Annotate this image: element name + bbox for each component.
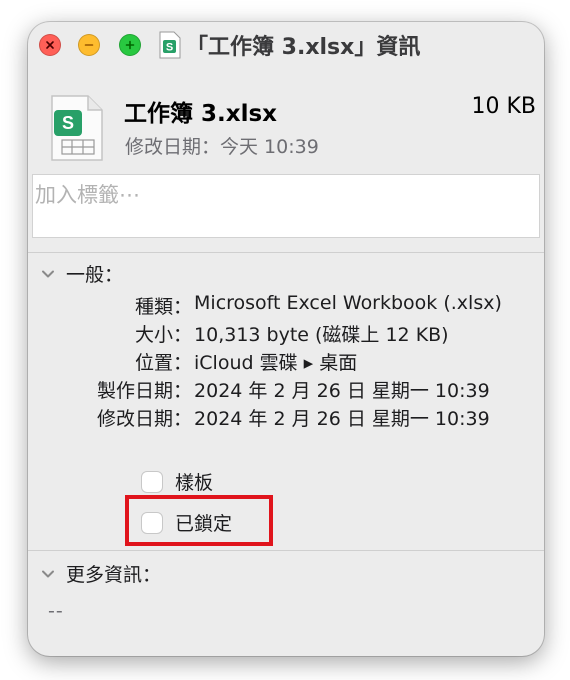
divider	[28, 550, 544, 551]
minimize-button[interactable]	[78, 34, 100, 56]
info-key: 修改日期	[96, 408, 173, 430]
info-value: Microsoft Excel Workbook (.xlsx)	[194, 292, 502, 314]
excel-file-icon-small: S	[159, 31, 181, 59]
tags-input[interactable]: 加入標籤⋯	[32, 174, 540, 238]
title-bar: S 「工作簿 3.xlsx」資訊	[28, 22, 544, 66]
info-colon: ：	[173, 324, 193, 346]
info-colon: ：	[173, 408, 193, 430]
locked-highlight-box	[125, 495, 273, 546]
close-button[interactable]	[39, 34, 61, 56]
info-row-created: 製作日期： 2024 年 2 月 26 日 星期一 10:39	[28, 376, 544, 404]
chevron-down-icon	[42, 570, 54, 577]
divider	[28, 252, 544, 253]
file-size: 10 KB	[471, 94, 536, 119]
info-row-size: 大小： 10,313 byte (磁碟上 12 KB)	[28, 320, 544, 348]
info-row-kind: 種類： Microsoft Excel Workbook (.xlsx)	[28, 292, 544, 320]
general-info: 種類： Microsoft Excel Workbook (.xlsx) 大小： 1…	[28, 292, 544, 432]
svg-text:S: S	[166, 42, 173, 54]
stationery-label: 樣板	[175, 472, 214, 494]
info-value: iCloud 雲碟 ▸ 桌面	[194, 352, 358, 374]
svg-text:S: S	[62, 113, 74, 133]
info-colon: ：	[173, 352, 193, 374]
general-section-toggle[interactable]: 一般：	[40, 260, 123, 287]
more-info-section-label: 更多資訊：	[66, 564, 162, 586]
stationery-option[interactable]: 樣板	[141, 468, 213, 495]
info-key: 製作日期	[96, 380, 173, 402]
window-title: 「工作簿 3.xlsx」資訊	[186, 35, 421, 60]
modified-date: 修改日期：今天 10:39	[125, 136, 319, 158]
minimize-icon	[84, 44, 94, 46]
info-colon: ：	[173, 380, 193, 402]
more-info-value: --	[48, 600, 64, 622]
zoom-button[interactable]	[119, 34, 141, 56]
file-name: 工作簿 3.xlsx	[124, 101, 277, 127]
general-section-label: 一般：	[66, 264, 124, 286]
zoom-icon	[125, 40, 135, 50]
info-value: 2024 年 2 月 26 日 星期一 10:39	[194, 408, 490, 430]
file-header: S 工作簿 3.xlsx 10 KB 修改日期：今天 10:39	[28, 66, 544, 174]
info-value: 10,313 byte (磁碟上 12 KB)	[194, 324, 449, 346]
excel-file-icon: S	[51, 95, 103, 161]
stationery-checkbox[interactable]	[141, 470, 163, 493]
info-row-location: 位置： iCloud 雲碟 ▸ 桌面	[28, 348, 544, 376]
more-info-section-toggle[interactable]: 更多資訊：	[40, 560, 161, 587]
chevron-down-icon	[42, 270, 54, 277]
info-window: S 「工作簿 3.xlsx」資訊 S 工作簿 3.xlsx 10 KB 修改日期…	[28, 22, 544, 656]
info-key: 大小	[134, 324, 173, 346]
close-icon	[46, 41, 54, 49]
info-key: 種類	[134, 296, 173, 318]
info-row-modified: 修改日期： 2024 年 2 月 26 日 星期一 10:39	[28, 404, 544, 432]
info-colon: ：	[173, 296, 193, 318]
info-value: 2024 年 2 月 26 日 星期一 10:39	[194, 380, 490, 402]
info-key: 位置	[134, 352, 173, 374]
